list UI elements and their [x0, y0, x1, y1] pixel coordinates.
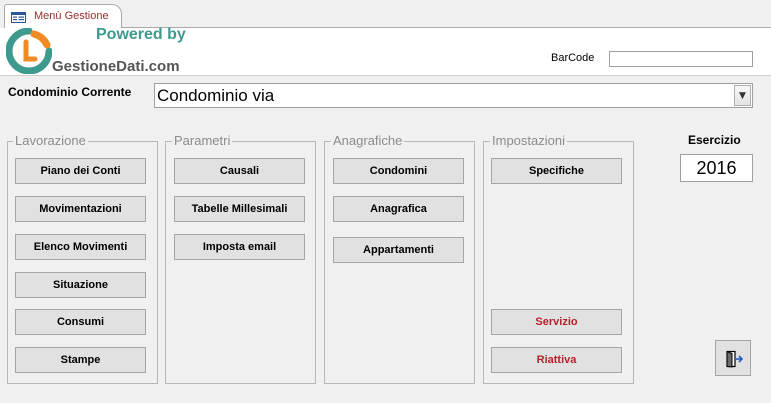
specifiche-button[interactable]: Specifiche: [491, 158, 622, 184]
brand-name: GestioneDati.com: [52, 58, 180, 75]
condominio-label: Condominio Corrente: [8, 85, 132, 99]
anagrafica-button[interactable]: Anagrafica: [333, 196, 464, 222]
group-title-impostazioni: Impostazioni: [490, 133, 567, 148]
logo-icon: [5, 27, 53, 75]
tab-menu-gestione[interactable]: Menù Gestione: [4, 4, 122, 28]
group-title-anagrafiche: Anagrafiche: [331, 133, 405, 148]
exit-door-icon: [726, 350, 743, 368]
barcode-label: BarCode: [551, 52, 595, 64]
powered-by-text: Powered by: [96, 26, 186, 43]
condominio-value: Condominio via: [157, 86, 275, 105]
consumi-button[interactable]: Consumi: [15, 309, 146, 335]
group-title-parametri: Parametri: [172, 133, 233, 148]
barcode-input[interactable]: [609, 51, 753, 67]
tabelle-millesimali-button[interactable]: Tabelle Millesimali: [174, 196, 305, 222]
imposta-email-button[interactable]: Imposta email: [174, 234, 305, 260]
group-title-lavorazione: Lavorazione: [13, 133, 88, 148]
tab-label: Menù Gestione: [34, 10, 109, 22]
exit-button[interactable]: [715, 340, 751, 376]
esercizio-label: Esercizio: [688, 133, 741, 147]
movimentazioni-button[interactable]: Movimentazioni: [15, 196, 146, 222]
elenco-movimenti-button[interactable]: Elenco Movimenti: [15, 234, 146, 260]
riattiva-button[interactable]: Riattiva: [491, 347, 622, 373]
stampe-button[interactable]: Stampe: [15, 347, 146, 373]
piano-dei-conti-button[interactable]: Piano dei Conti: [15, 158, 146, 184]
esercizio-value[interactable]: 2016: [680, 154, 753, 182]
appartamenti-button[interactable]: Appartamenti: [333, 237, 464, 263]
situazione-button[interactable]: Situazione: [15, 272, 146, 298]
tab-strip: Menù Gestione: [0, 0, 771, 28]
condominio-combo[interactable]: Condominio via ▼: [154, 83, 753, 108]
header-divider: [0, 75, 771, 76]
causali-button[interactable]: Causali: [174, 158, 305, 184]
condomini-button[interactable]: Condomini: [333, 158, 464, 184]
chevron-down-icon[interactable]: ▼: [734, 85, 751, 106]
form-icon: [11, 12, 26, 23]
servizio-button[interactable]: Servizio: [491, 309, 622, 335]
